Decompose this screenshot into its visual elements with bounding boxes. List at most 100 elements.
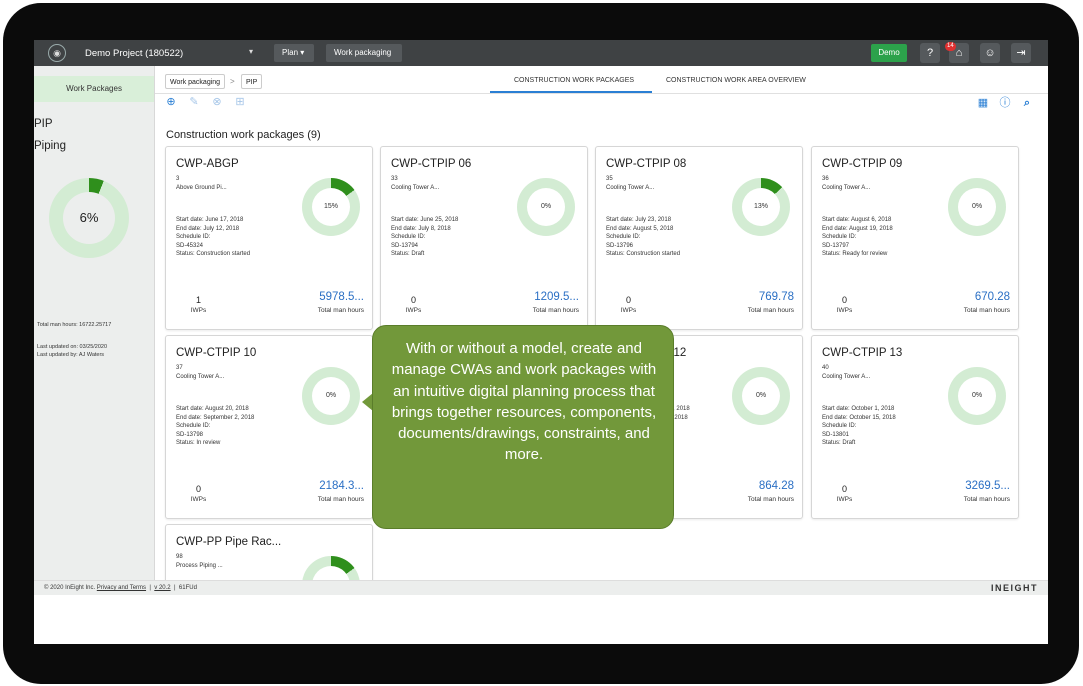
- start-date: Start date: October 1, 2018: [822, 406, 895, 412]
- start-date: Start date: August 20, 2018: [176, 406, 249, 412]
- card-title[interactable]: CWP-CTPIP 06: [391, 158, 471, 170]
- version-link[interactable]: v 20.2: [154, 585, 170, 591]
- total-man-hours-label: Total man hours: [747, 307, 794, 314]
- progress-donut: 0%: [517, 178, 575, 236]
- info-icon[interactable]: ⓘ: [998, 96, 1012, 110]
- plan-dropdown[interactable]: Plan ▾: [274, 44, 314, 62]
- chevron-down-icon[interactable]: ▾: [249, 47, 253, 56]
- separator: |: [149, 585, 151, 591]
- start-date: Start date: August 6, 2018: [822, 217, 892, 223]
- breadcrumb-item-work-packaging[interactable]: Work packaging: [165, 74, 226, 89]
- iwps-label: IWPs: [190, 496, 207, 503]
- package-card[interactable]: CWP-CTPIP 08 35 Cooling Tower A... Start da…: [595, 146, 803, 330]
- start-date: Start date: June 17, 2018: [176, 217, 244, 223]
- total-man-hours: Total man hours: 16722.25717: [37, 322, 112, 328]
- user-icon[interactable]: ☺: [980, 43, 1000, 63]
- card-title[interactable]: CWP-CTPIP 08: [606, 158, 686, 170]
- help-icon[interactable]: ?: [920, 43, 940, 63]
- tab-construction-work-area-overview[interactable]: CONSTRUCTION WORK AREA OVERVIEW: [666, 77, 806, 84]
- demo-button[interactable]: Demo: [871, 44, 907, 62]
- schedule-id: SD-13797: [822, 242, 850, 249]
- end-date: End date: September 2, 2018: [176, 414, 255, 421]
- card-title[interactable]: CWP-CTPIP 10: [176, 347, 256, 359]
- iwps-label: IWPs: [836, 496, 853, 503]
- export-icon[interactable]: ⊞: [234, 96, 246, 108]
- progress-percent: 15%: [312, 188, 350, 226]
- sidebar: Work Packages PIP Piping 6% Total man ho…: [34, 66, 155, 580]
- iwps-count: 1: [195, 295, 201, 305]
- work-packaging-dropdown-label: Work packaging: [334, 48, 392, 57]
- schedule-label: Schedule ID:: [606, 234, 641, 240]
- logout-icon[interactable]: ⇥: [1011, 43, 1031, 63]
- progress-percent: 0%: [958, 377, 996, 415]
- app-logo-icon[interactable]: ◉: [48, 44, 66, 62]
- status: Status: Construction started: [176, 251, 251, 257]
- progress-percent: 13%: [742, 188, 780, 226]
- privacy-link[interactable]: Privacy and Terms: [97, 585, 146, 591]
- status: Status: Ready for review: [822, 251, 888, 257]
- search-icon[interactable]: ⌕: [1020, 96, 1034, 110]
- card-subtitle: Cooling Tower A...: [822, 374, 871, 380]
- work-packaging-dropdown[interactable]: Work packaging ▾: [326, 44, 402, 75]
- total-man-hours-label: Total man hours: [963, 307, 1010, 314]
- total-man-hours-label: Total man hours: [747, 496, 794, 503]
- copyright: © 2020 InEight Inc.: [44, 585, 96, 591]
- brand-logo: INEIGHT: [990, 583, 1038, 593]
- package-card[interactable]: CWP-CTPIP 06 33 Cooling Tower A... Start da…: [380, 146, 588, 330]
- footer-info: © 2020 InEight Inc. Privacy and Terms | …: [44, 581, 197, 595]
- card-details: Start date: July 23, 2018 End date: Augus…: [606, 216, 680, 259]
- chevron-down-icon: ▾: [300, 48, 305, 57]
- iwps-count: 0: [410, 295, 416, 305]
- tab-construction-work-packages[interactable]: CONSTRUCTION WORK PACKAGES: [514, 77, 634, 84]
- sidebar-heading-pip: PIP: [34, 118, 53, 130]
- iwps-label: IWPs: [836, 307, 853, 314]
- iwps-count: 0: [625, 295, 631, 305]
- total-man-hours: 3269.5...: [965, 480, 1010, 492]
- last-updated-by: Last updated by: AJ Waters: [37, 352, 105, 358]
- cancel-icon[interactable]: ⊗: [211, 96, 223, 108]
- edit-icon[interactable]: ✎: [188, 96, 200, 108]
- card-subtitle: Above Ground Pi...: [176, 185, 227, 191]
- total-man-hours: 5978.5...: [319, 291, 364, 303]
- card-title[interactable]: CWP-ABGP: [176, 158, 239, 170]
- start-date: Start date: July 23, 2018: [606, 217, 672, 223]
- separator: |: [174, 585, 176, 591]
- card-title[interactable]: CWP-CTPIP 13: [822, 347, 902, 359]
- package-card[interactable]: CWP-CTPIP 13 40 Cooling Tower A... Start da…: [811, 335, 1019, 519]
- progress-donut: 0%: [302, 367, 360, 425]
- status: Status: Draft: [822, 440, 856, 446]
- notification-badge: 14: [945, 42, 956, 51]
- package-card[interactable]: CWP-ABGP 3 Above Ground Pi... Start date: J…: [165, 146, 373, 330]
- section-title: Construction work packages (9): [166, 129, 321, 141]
- add-icon[interactable]: ⊕: [165, 96, 177, 108]
- progress-donut: 0%: [948, 367, 1006, 425]
- end-date: End date: October 15, 2018: [822, 414, 896, 421]
- progress-donut: 0%: [948, 178, 1006, 236]
- card-number: 33: [391, 176, 398, 182]
- card-title[interactable]: CWP-PP Pipe Rac...: [176, 536, 281, 548]
- sidebar-tab-work-packages[interactable]: Work Packages: [34, 76, 154, 102]
- package-card[interactable]: CWP-CTPIP 10 37 Cooling Tower A... Start da…: [165, 335, 373, 519]
- card-details: Start date: June 17, 2018 End date: July …: [176, 216, 250, 259]
- card-number: 35: [606, 176, 613, 182]
- build-id: 61FUd: [178, 585, 197, 591]
- package-card[interactable]: CWP-PP Pipe Rac... 98 Process Piping ...: [165, 524, 373, 584]
- end-date: End date: July 8, 2018: [391, 225, 451, 232]
- project-selector[interactable]: Demo Project (180522): [85, 48, 183, 59]
- progress-percent: 0%: [527, 188, 565, 226]
- total-man-hours-label: Total man hours: [532, 307, 579, 314]
- grid-view-icon[interactable]: ▦: [976, 96, 990, 110]
- start-date: Start date: June 25, 2018: [391, 217, 459, 223]
- card-details: Start date: August 6, 2018 End date: Augu…: [822, 216, 893, 259]
- chevron-down-icon: ▾: [334, 66, 339, 75]
- total-man-hours-label: Total man hours: [317, 496, 364, 503]
- end-date: End date: August 5, 2018: [606, 225, 674, 232]
- plan-dropdown-label: Plan: [282, 48, 299, 57]
- progress-donut: 13%: [732, 178, 790, 236]
- iwps-label: IWPs: [190, 307, 207, 314]
- iwps-label: IWPs: [405, 307, 422, 314]
- card-title[interactable]: CWP-CTPIP 09: [822, 158, 902, 170]
- breadcrumb-item-pip[interactable]: PIP: [241, 74, 263, 89]
- card-details: Start date: October 1, 2018 End date: Oct…: [822, 405, 896, 448]
- package-card[interactable]: CWP-CTPIP 09 36 Cooling Tower A... Start da…: [811, 146, 1019, 330]
